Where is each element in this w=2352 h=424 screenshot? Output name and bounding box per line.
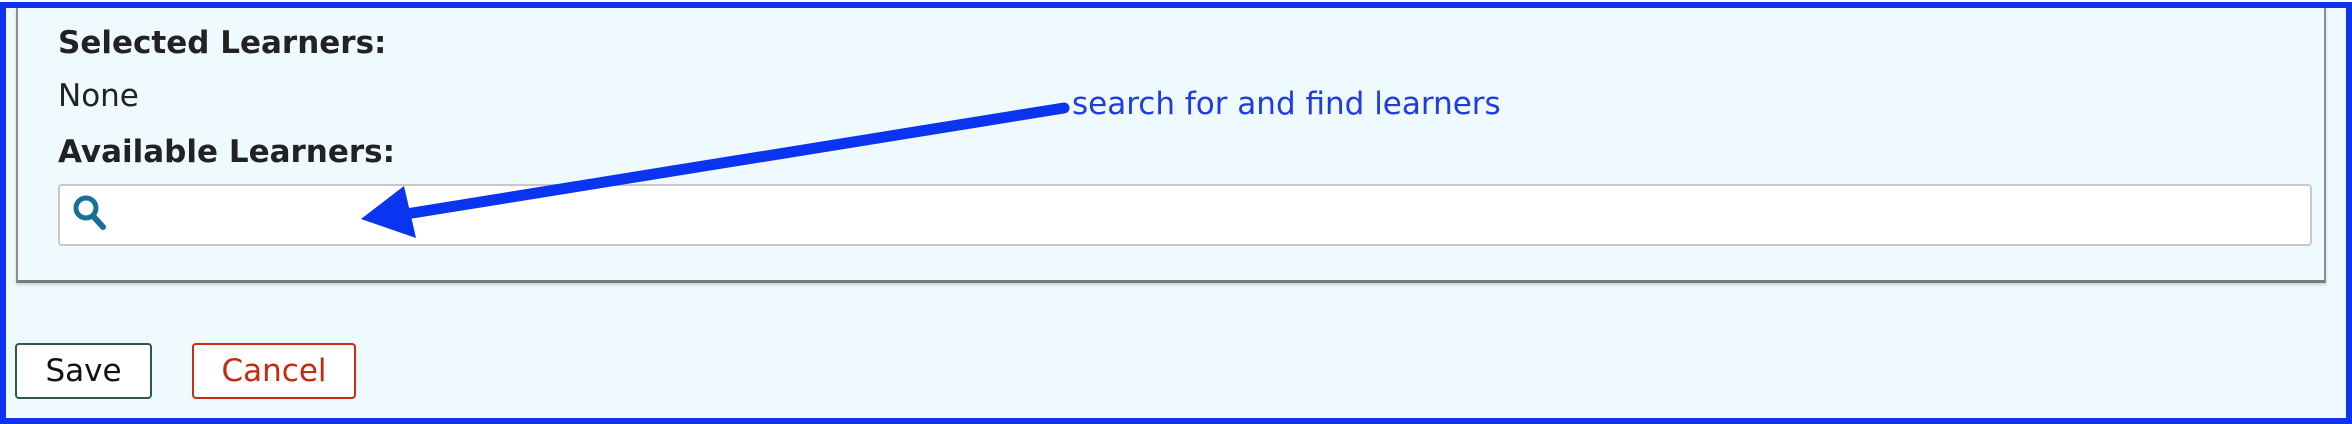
cancel-button[interactable]: Cancel: [192, 343, 356, 399]
learner-search-input[interactable]: [120, 190, 2294, 240]
save-button[interactable]: Save: [15, 343, 152, 399]
learners-fieldset: Selected Learners: None Available Learne…: [16, 8, 2326, 283]
learner-search-box[interactable]: [58, 184, 2312, 246]
selected-learners-value: None: [58, 78, 139, 114]
selected-learners-label: Selected Learners:: [58, 25, 387, 61]
search-icon: [72, 194, 108, 234]
available-learners-label: Available Learners:: [58, 134, 396, 170]
annotation-text: search for and find learners: [1072, 86, 1501, 122]
learner-selection-panel: Selected Learners: None Available Learne…: [0, 2, 2352, 424]
